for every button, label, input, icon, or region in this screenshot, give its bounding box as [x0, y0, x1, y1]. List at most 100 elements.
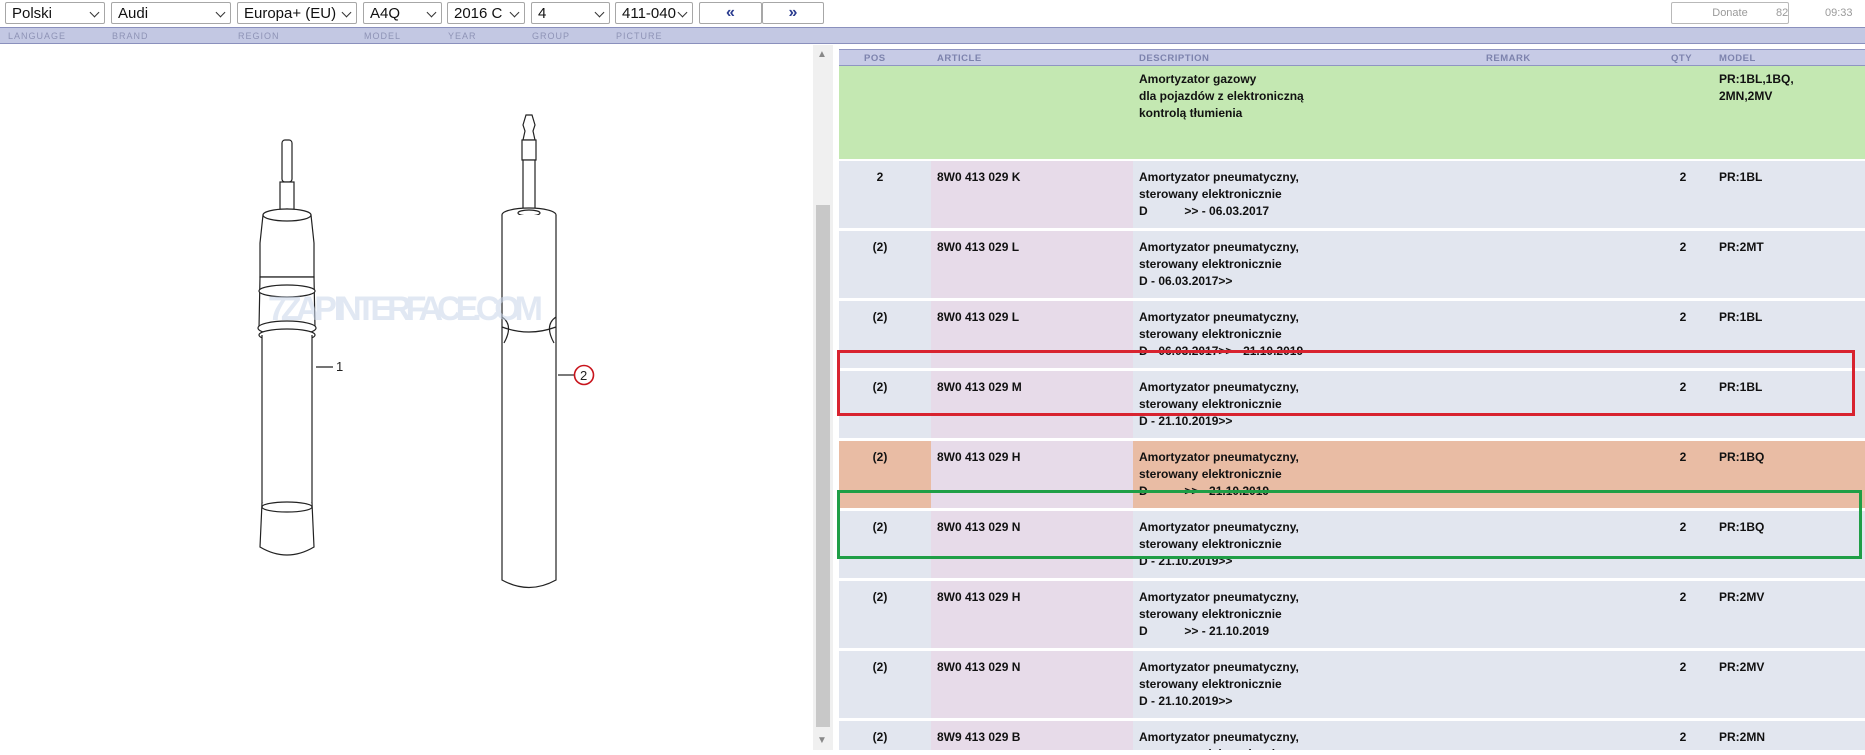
model-cell: PR:1BL	[1719, 169, 1762, 186]
description-line: Amortyzator pneumatyczny,	[1139, 310, 1299, 324]
year-value: 2016 C	[454, 5, 503, 22]
qty-cell: 2	[1679, 730, 1687, 744]
pos-cell: (2)	[872, 590, 888, 604]
clock-text: 09:33	[1825, 7, 1853, 19]
chevron-down-icon	[89, 7, 100, 18]
qty-cell: 2	[1679, 240, 1687, 254]
article-link[interactable]: 8W0 413 029 L	[937, 309, 1019, 326]
description-line: Amortyzator pneumatyczny,	[1139, 450, 1299, 464]
table-row[interactable]: (2) 8W0 413 029 H Amortyzator pneumatyczny…	[839, 581, 1865, 648]
article-link[interactable]: 8W9 413 029 B	[937, 729, 1020, 746]
picture-select[interactable]: 411-040	[615, 2, 693, 24]
shock-absorber-part-2[interactable]	[501, 114, 574, 589]
model-line: PR:2MV	[1719, 660, 1765, 674]
next-button[interactable]: »	[762, 2, 824, 24]
region-value: Europa+ (EU)	[244, 5, 337, 22]
description-line: kontrolą tłumienia	[1139, 106, 1243, 120]
header-qty: QTY	[1671, 53, 1693, 64]
scroll-down-icon[interactable]: ▼	[817, 735, 827, 746]
region-label: REGION	[238, 31, 280, 41]
description-line: sterowany elektronicznie	[1139, 257, 1282, 271]
model-label: MODEL	[364, 31, 402, 41]
article-link[interactable]: 8W0 413 029 H	[937, 449, 1020, 466]
model-cell: PR:2MN	[1719, 729, 1765, 746]
description-line: D >> - 21.10.2019	[1139, 624, 1270, 638]
shock-absorber-diagram: 7ZAP INTERFACE.COM 1 2	[257, 114, 595, 589]
selector-labels-bar: LANGUAGE BRAND REGION MODEL YEAR GROUP P…	[0, 27, 1865, 44]
article-link[interactable]: 8W0 413 029 N	[937, 659, 1020, 676]
pos-cell: (2)	[872, 450, 888, 464]
header-description: DESCRIPTION	[1139, 53, 1210, 64]
watermark-text: 7ZAP INTERFACE.COM	[268, 290, 543, 328]
description-line: Amortyzator gazowy	[1139, 72, 1257, 86]
callout-label-1[interactable]: 1	[336, 359, 343, 374]
model-cell: PR:1BL,1BQ, 2MN,2MV	[1719, 71, 1794, 105]
pos-cell: (2)	[872, 660, 888, 674]
model-value: A4Q	[370, 5, 401, 22]
model-line: PR:1BL	[1719, 310, 1763, 324]
article-link[interactable]: 8W0 413 029 L	[937, 239, 1019, 256]
callout-label-2[interactable]: 2	[580, 368, 587, 383]
description-cell: Amortyzator pneumatyczny, sterowany elekt…	[1139, 239, 1299, 290]
model-cell: PR:1BQ	[1719, 449, 1764, 466]
table-header: POS ARTICLE DESCRIPTION REMARK QTY MODEL	[839, 49, 1865, 66]
previous-button[interactable]: «	[699, 2, 762, 24]
top-toolbar: Polski Audi Europa+ (EU) A4Q 2016 C 4 41…	[0, 0, 1865, 27]
region-select[interactable]: Europa+ (EU)	[237, 2, 357, 24]
year-select[interactable]: 2016 C	[447, 2, 525, 24]
description-line: D >> - 06.03.2017	[1139, 204, 1270, 218]
language-select[interactable]: Polski	[5, 2, 105, 24]
chevron-down-icon	[215, 7, 226, 18]
model-line: PR:2MN	[1719, 730, 1766, 744]
table-row[interactable]: (2) 8W0 413 029 N Amortyzator pneumatyczny…	[839, 651, 1865, 718]
table-row[interactable]: 2 8W0 413 029 K Amortyzator pneumatyczny, s…	[839, 161, 1865, 228]
shock-absorber-part-1[interactable]	[257, 139, 333, 556]
header-pos: POS	[864, 53, 886, 64]
model-line: PR:1BL,1BQ,	[1719, 72, 1794, 86]
qty-cell: 2	[1679, 310, 1687, 324]
group-select[interactable]: 4	[531, 2, 610, 24]
qty-cell: 2	[1679, 590, 1687, 604]
model-select[interactable]: A4Q	[363, 2, 442, 24]
language-value: Polski	[12, 5, 53, 22]
description-line: sterowany elektronicznie	[1139, 327, 1282, 341]
description-line: Amortyzator pneumatyczny,	[1139, 590, 1299, 604]
description-cell: Amortyzator pneumatyczny, sterowany elekt…	[1139, 169, 1299, 220]
group-label: GROUP	[532, 31, 571, 41]
description-cell: Amortyzator pneumatyczny, sterowany elekt…	[1139, 659, 1299, 710]
brand-select[interactable]: Audi	[111, 2, 231, 24]
description-line: D - 21.10.2019>>	[1139, 694, 1233, 708]
pos-cell: 2	[876, 170, 884, 184]
model-line: PR:2MT	[1719, 240, 1764, 254]
article-cell-bg	[931, 66, 1133, 159]
diagram-scrollbar[interactable]: ▲ ▼	[813, 45, 833, 750]
scrollbar-thumb[interactable]	[816, 205, 830, 727]
description-line: sterowany elektronicznie	[1139, 187, 1282, 201]
article-link[interactable]: 8W0 413 029 H	[937, 589, 1020, 606]
year-label: YEAR	[448, 31, 477, 41]
header-remark: REMARK	[1486, 53, 1531, 64]
highlight-box-green	[837, 490, 1862, 559]
header-article: ARTICLE	[937, 53, 982, 64]
description-cell: Amortyzator pneumatyczny, sterowany elekt…	[1139, 729, 1299, 750]
description-cell: Amortyzator gazowy dla pojazdów z elektro…	[1139, 71, 1304, 122]
pos-cell: (2)	[872, 310, 888, 324]
model-line: PR:1BL	[1719, 170, 1763, 184]
description-line: sterowany elektronicznie	[1139, 607, 1282, 621]
donate-button[interactable]: Donate	[1671, 2, 1789, 24]
chevron-down-icon	[677, 7, 688, 18]
description-line: sterowany elektronicznie	[1139, 677, 1282, 691]
article-link[interactable]: 8W0 413 029 K	[937, 169, 1020, 186]
table-row[interactable]: (2) 8W0 413 029 L Amortyzator pneumatyczny…	[839, 231, 1865, 298]
scroll-up-icon[interactable]: ▲	[817, 49, 827, 60]
description-line: Amortyzator pneumatyczny,	[1139, 170, 1299, 184]
table-row[interactable]: Amortyzator gazowy dla pojazdów z elektro…	[839, 66, 1865, 159]
description-line: sterowany elektronicznie	[1139, 746, 1299, 750]
model-line: PR:1BQ	[1719, 450, 1765, 464]
table-row[interactable]: (2) 8W9 413 029 B Amortyzator pneumatyczny…	[839, 721, 1865, 750]
brand-label: BRAND	[112, 31, 149, 41]
group-value: 4	[538, 5, 547, 22]
parts-diagram-pane: 7ZAP INTERFACE.COM 1 2	[0, 45, 812, 750]
picture-label: PICTURE	[616, 31, 663, 41]
model-cell: PR:2MT	[1719, 239, 1764, 256]
